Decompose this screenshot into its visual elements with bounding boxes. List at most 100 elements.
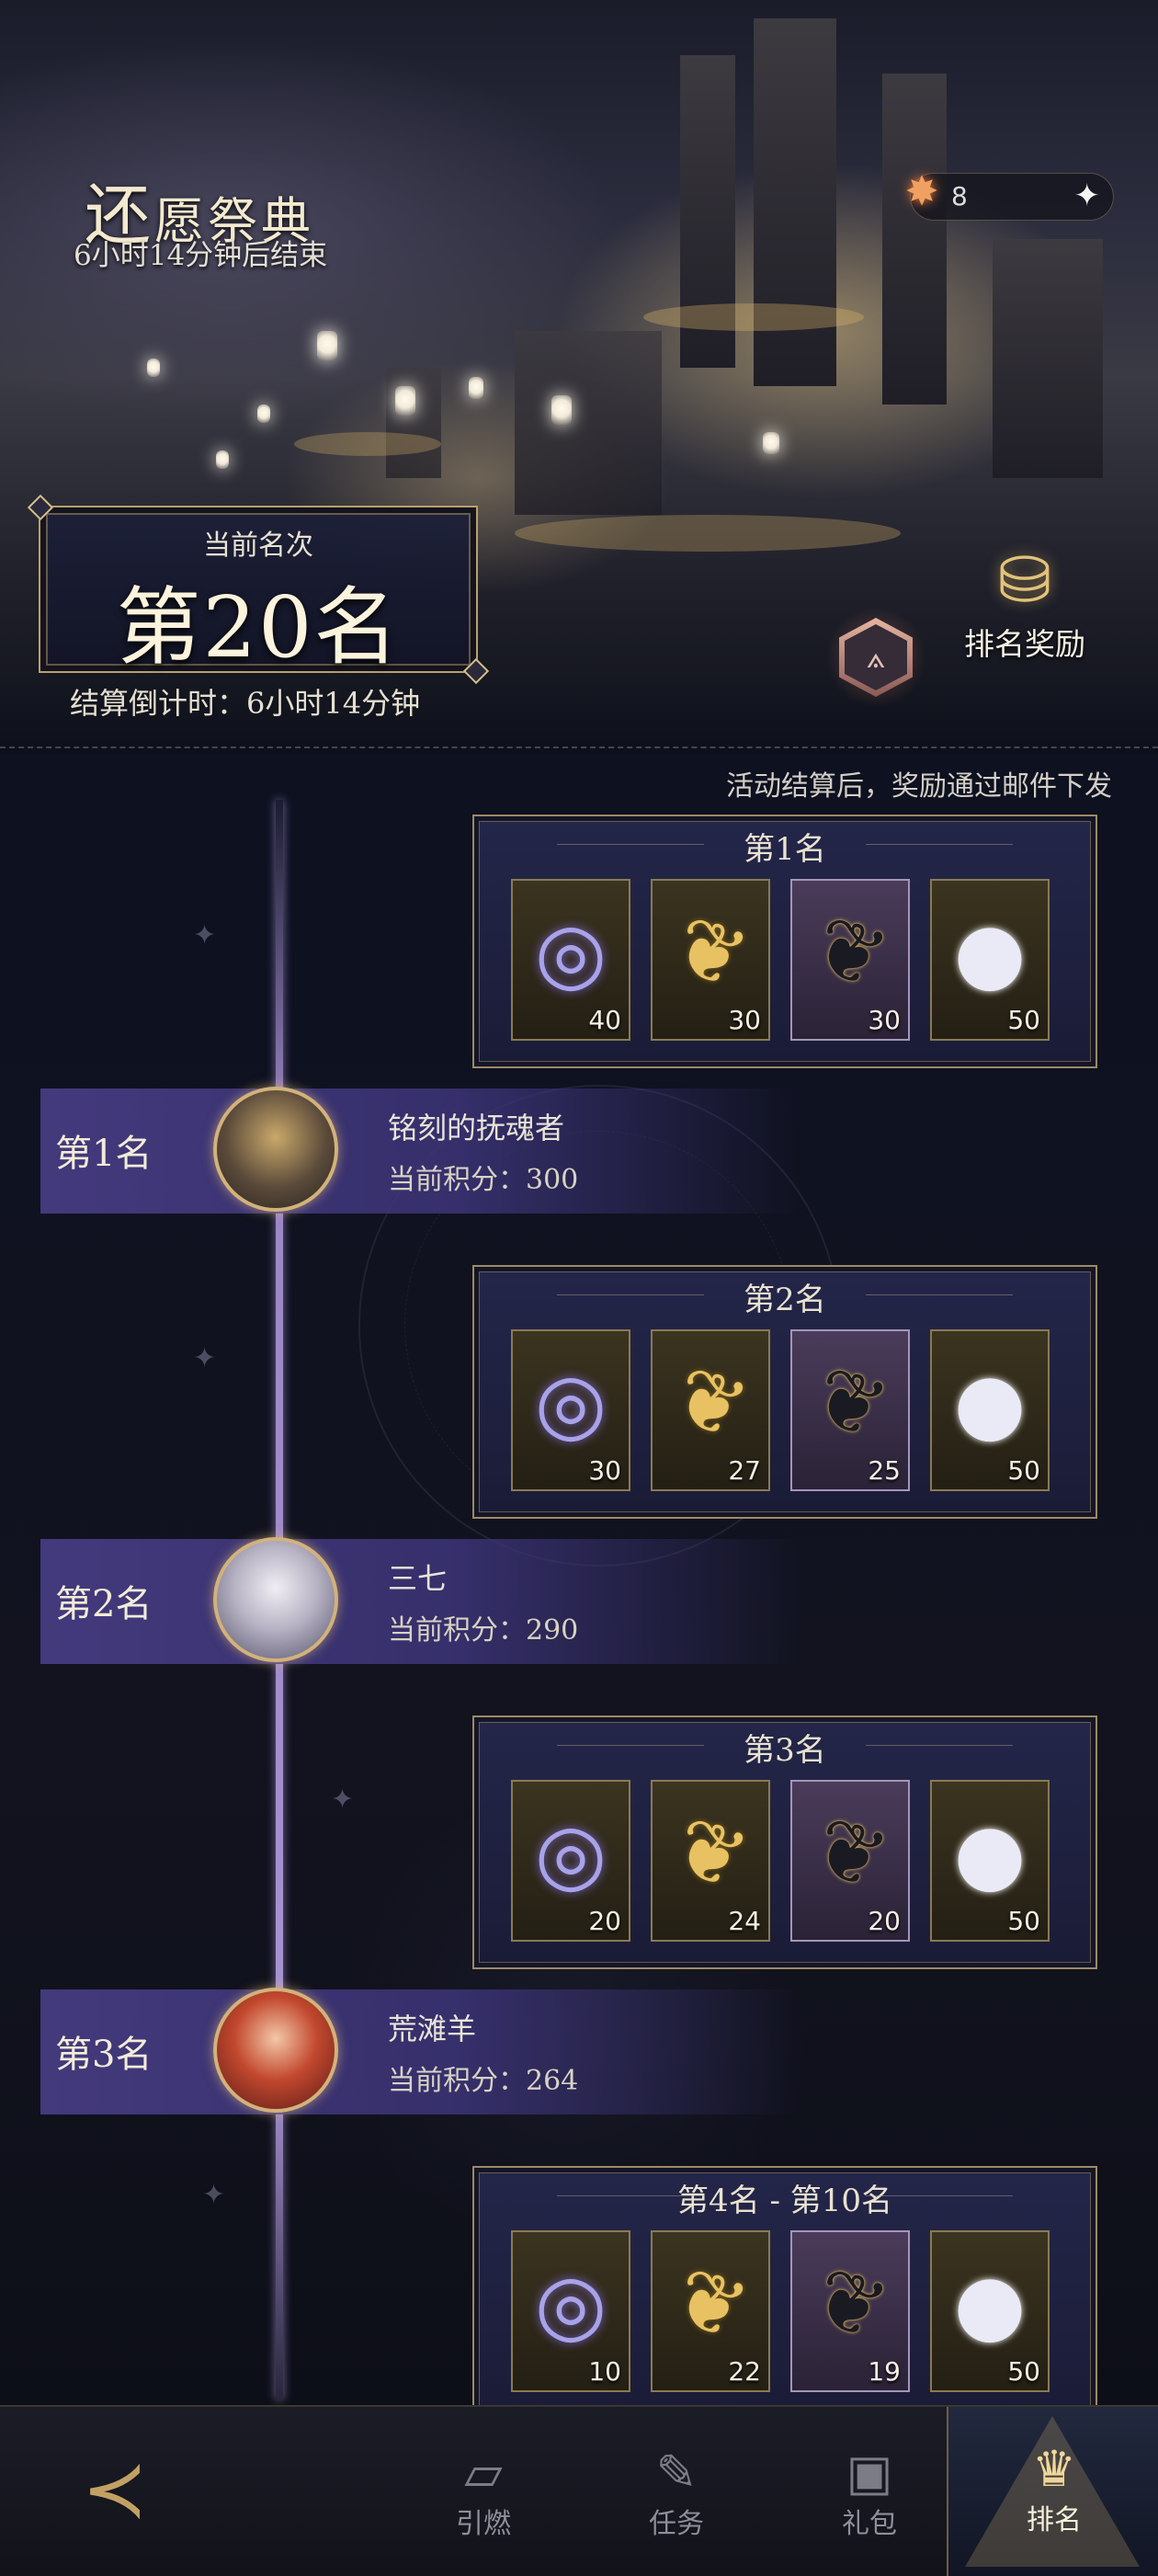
ruin-pillar	[993, 239, 1103, 478]
reward-card-title: 第1名	[474, 824, 1096, 869]
avatar[interactable]	[213, 1988, 338, 2113]
item-quantity: 40	[588, 1005, 621, 1035]
nav-label: 礼包	[842, 2508, 897, 2540]
star-icon: ✦	[193, 919, 217, 952]
nav-item-ignite[interactable]: ▱ 引燃	[428, 2445, 539, 2541]
golden-feather-icon: ❦	[661, 2247, 760, 2362]
reward-card: 第2名 ◎ 30 ❦ 27 ❦ 25 ● 50	[472, 1265, 1097, 1519]
item-quantity: 10	[588, 2356, 621, 2387]
golden-feather-icon: ❦	[661, 895, 760, 1010]
avatar[interactable]	[213, 1537, 338, 1662]
player-score: 当前积分：264	[388, 2065, 579, 2097]
gold-glow	[643, 303, 864, 331]
currency-counter[interactable]: ✸ 8 ✦	[905, 168, 1114, 221]
lantern	[469, 377, 483, 399]
reward-item[interactable]: ❦ 30	[790, 879, 910, 1041]
reward-card: 第1名 ◎ 40 ❦ 30 ❦ 30 ● 50	[472, 815, 1097, 1068]
nav-item-gift[interactable]: ▣ 礼包	[814, 2445, 925, 2541]
star-icon: ✦	[202, 2179, 226, 2211]
reward-item[interactable]: ❦ 20	[790, 1780, 910, 1942]
player-row[interactable]: 第1名 铭刻的抚魂者 当前积分：300	[40, 1087, 803, 1214]
home-logo-icon[interactable]: ≺	[55, 2444, 175, 2536]
reward-item[interactable]: ❦ 30	[651, 879, 770, 1041]
reward-item[interactable]: ◎ 10	[511, 2230, 630, 2392]
reward-item[interactable]: ◎ 40	[511, 879, 630, 1041]
reward-item[interactable]: ◎ 30	[511, 1329, 630, 1491]
item-quantity: 30	[588, 1455, 621, 1486]
player-name: 铭刻的抚魂者	[388, 1111, 565, 1146]
reward-item[interactable]: ● 50	[930, 1329, 1050, 1491]
golden-feather-icon: ❦	[661, 1346, 760, 1461]
player-name: 荒滩羊	[388, 2012, 477, 2046]
divider	[0, 747, 1158, 748]
gold-glow	[294, 432, 441, 456]
player-row[interactable]: 第2名 三七 当前积分：290	[40, 1537, 803, 1664]
item-quantity: 22	[728, 2356, 761, 2387]
golden-feather-icon: ❦	[661, 1796, 760, 1911]
player-rank: 第3名	[55, 2034, 153, 2076]
rank-reward-button[interactable]: ⛁ 排名奖励	[956, 541, 1094, 678]
reward-item[interactable]: ● 50	[930, 879, 1050, 1041]
ruin-wall	[515, 331, 662, 515]
rank-emblem-icon[interactable]: ⟑	[825, 607, 926, 708]
reward-item[interactable]: ❦ 24	[651, 1780, 770, 1942]
player-name: 三七	[388, 1561, 448, 1596]
dark-feather-icon: ❦	[800, 2247, 900, 2362]
sparkle-plus-icon[interactable]: ✦	[1074, 177, 1101, 214]
player-rank: 第1名	[55, 1133, 153, 1175]
currency-value: 8	[951, 181, 968, 211]
rank-value: 第20名	[116, 578, 401, 677]
player-score: 当前积分：290	[388, 1614, 579, 1647]
nav-label: 引燃	[456, 2508, 511, 2540]
lantern	[763, 432, 779, 454]
nav-label: 任务	[649, 2508, 704, 2540]
reward-card: 第3名 ◎ 20 ❦ 24 ❦ 20 ● 50	[472, 1715, 1097, 1969]
trophy-icon: ♛	[1031, 2440, 1077, 2498]
crystal-orb-icon: ●	[953, 2256, 1027, 2353]
item-quantity: 50	[1007, 1455, 1040, 1486]
reward-card: 第4名 - 第10名 ◎ 10 ❦ 22 ❦ 19 ● 50	[472, 2166, 1097, 2420]
gift-icon: ▣	[846, 2444, 893, 2502]
item-quantity: 50	[1007, 2356, 1040, 2387]
reward-item[interactable]: ● 50	[930, 1780, 1050, 1942]
reward-item[interactable]: ❦ 27	[651, 1329, 770, 1491]
dark-feather-icon: ❦	[800, 1346, 900, 1461]
crystal-ring-icon: ◎	[534, 1355, 607, 1452]
nav-item-ranking[interactable]: ♛ 排名	[947, 2407, 1158, 2576]
settlement-countdown: 结算倒计时：6小时14分钟	[70, 686, 421, 721]
lantern	[551, 395, 572, 425]
mail-delivery-note: 活动结算后，奖励通过邮件下发	[726, 770, 1112, 803]
player-rank: 第2名	[55, 1583, 153, 1625]
rank-reward-label: 排名奖励	[964, 626, 1085, 662]
reward-item[interactable]: ❦ 22	[651, 2230, 770, 2392]
gold-glow	[515, 515, 901, 552]
item-quantity: 19	[868, 2356, 901, 2387]
ruin-pillar	[882, 74, 947, 405]
crystal-ring-icon: ◎	[534, 1806, 607, 1902]
reward-item[interactable]: ● 50	[930, 2230, 1050, 2392]
reward-item[interactable]: ❦ 19	[790, 2230, 910, 2392]
player-row[interactable]: 第3名 荒滩羊 当前积分：264	[40, 1988, 803, 2114]
cards-icon: ▱	[464, 2444, 503, 2502]
reward-item[interactable]: ◎ 20	[511, 1780, 630, 1942]
star-icon: ✦	[193, 1342, 217, 1374]
avatar[interactable]	[213, 1087, 338, 1212]
reward-item[interactable]: ❦ 25	[790, 1329, 910, 1491]
lantern	[257, 405, 270, 423]
event-end-time: 6小时14分钟后结束	[74, 239, 328, 272]
rank-label: 当前名次	[203, 530, 313, 562]
reward-card-title: 第4名 - 第10名	[474, 2175, 1096, 2220]
lantern	[317, 331, 337, 360]
treasure-chest-icon: ⛁	[997, 542, 1052, 618]
bottom-nav: ≺ ▱ 引燃 ✎ 任务 ▣ 礼包 ♛ 排名	[0, 2405, 1158, 2576]
star-icon: ✦	[331, 1784, 355, 1816]
item-quantity: 25	[868, 1455, 901, 1486]
crystal-orb-icon: ●	[953, 905, 1027, 1001]
item-quantity: 50	[1007, 1906, 1040, 1936]
item-quantity: 30	[868, 1005, 901, 1035]
item-quantity: 50	[1007, 1005, 1040, 1035]
item-quantity: 30	[728, 1005, 761, 1035]
lantern	[395, 386, 415, 416]
crystal-ring-icon: ◎	[534, 905, 607, 1001]
nav-item-tasks[interactable]: ✎ 任务	[621, 2445, 732, 2541]
